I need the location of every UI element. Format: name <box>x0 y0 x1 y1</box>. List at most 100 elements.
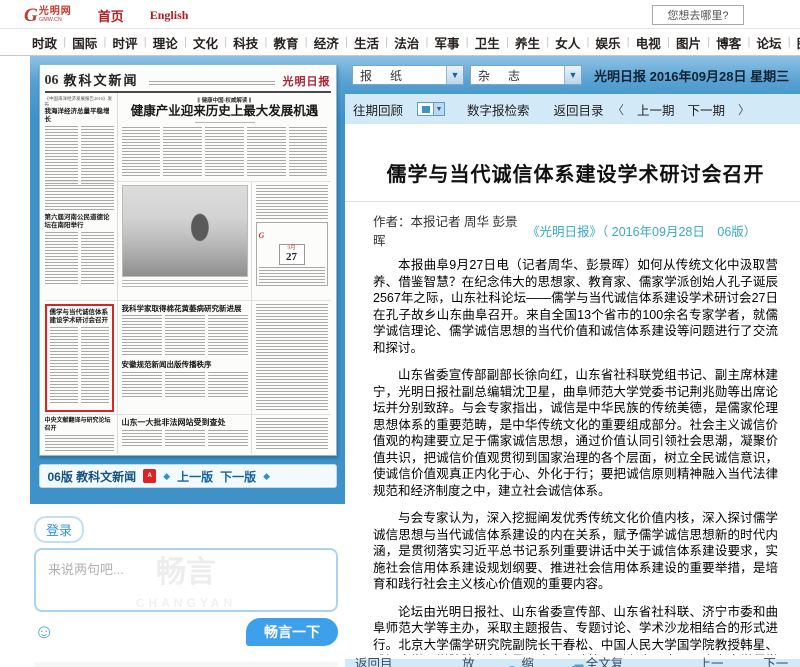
zoom-out-link[interactable]: 缩小 <box>507 653 546 667</box>
edition-toolbar: 报 纸 ▼ 杂 志 ▼ 光明日报 2016年09月28日 星期三 <box>345 56 800 94</box>
nav-item[interactable]: 军事 <box>435 33 460 52</box>
nav-separator: | <box>264 36 267 48</box>
prev-bracket: 〈 <box>612 101 624 118</box>
edition-date-label: 光明日报 2016年09月28日 星期三 <box>594 66 789 85</box>
copy-all-label: 全文复制 <box>586 653 635 667</box>
diamond-icon: ◆ <box>263 471 270 482</box>
text-lines <box>208 430 248 448</box>
paper-headline[interactable]: 我海洋经济总量平稳增长 <box>45 108 114 124</box>
text-lines <box>208 372 248 398</box>
selected-article-headline[interactable]: 儒学与当代诚信体系建设学术研讨会召开 <box>50 309 109 325</box>
nav-item[interactable]: 科技 <box>233 33 258 52</box>
nav-separator: | <box>385 36 388 48</box>
paper-headline[interactable]: 我科学家取得棉花黄萎病研究新进展 <box>122 304 248 313</box>
text-lines <box>81 232 114 286</box>
newspaper-page-thumbnail[interactable]: 06 教科文新闻 光明日报 《中国海洋经济发展报告2016》发布 我海洋经济总量… <box>39 64 337 456</box>
chevron-down-icon: ▼ <box>434 102 445 116</box>
nav-item[interactable]: 娱乐 <box>596 33 621 52</box>
text-lines <box>247 127 286 177</box>
nav-item[interactable]: 经济 <box>314 33 339 52</box>
chevron-down-icon[interactable]: ▼ <box>564 66 581 84</box>
current-page-label: 06版 教科文新闻 <box>48 468 137 485</box>
paper-banner-headline[interactable]: 健康产业迎来历史上最大发展机遇 <box>122 104 328 120</box>
nav-item[interactable]: 女人 <box>555 33 580 52</box>
gmw-logo[interactable]: G 光明网 GMW.CN <box>24 7 72 24</box>
nav-separator: | <box>506 36 509 48</box>
text-lines <box>122 372 162 398</box>
nav-item[interactable]: 理论 <box>153 33 178 52</box>
prev-article-link[interactable]: 上一篇 <box>683 653 736 667</box>
prev-issue-link[interactable]: 上一期 <box>637 100 675 119</box>
paper-select[interactable]: 报 纸 ▼ <box>352 65 464 85</box>
prev-page-link[interactable]: 上一版 <box>177 468 213 485</box>
text-lines <box>289 127 328 177</box>
nav-item[interactable]: 文化 <box>193 33 218 52</box>
home-link[interactable]: 首页 <box>98 6 124 25</box>
paper-headline[interactable]: 安徽规范新闻出版传播秩序 <box>122 360 248 369</box>
copy-all-link[interactable]: 全文复制 <box>572 653 635 667</box>
text-lines <box>195 122 255 125</box>
nav-item[interactable]: 法治 <box>394 33 419 52</box>
nav-item[interactable]: 图片 <box>676 33 701 52</box>
calendar-icon <box>417 102 434 116</box>
comment-input[interactable] <box>36 550 336 610</box>
text-lines <box>205 127 244 177</box>
nav-item[interactable]: 教育 <box>274 33 299 52</box>
selected-article-highlight[interactable]: 儒学与当代诚信体系建设学术研讨会召开 <box>45 304 114 412</box>
pdf-icon[interactable]: A <box>143 469 156 483</box>
article-body: 本报曲阜9月27日电（记者周华、彭景晖）如何从传统文化中汲取营养、借鉴智慧？在纪… <box>373 257 778 655</box>
article-source: 《光明日报》（ 2016年09月28日 06版） <box>527 221 752 240</box>
chevron-down-icon[interactable]: ▼ <box>446 66 463 84</box>
diamond-icon: ◆ <box>163 471 170 482</box>
text-lines <box>256 304 328 410</box>
zoom-in-link[interactable]: 放大 <box>462 653 487 667</box>
nav-item[interactable]: 论坛 <box>757 33 782 52</box>
nav-separator: | <box>103 36 106 48</box>
nav-item[interactable]: 时评 <box>113 33 138 52</box>
nav-separator: | <box>224 36 227 48</box>
emoji-icon[interactable]: ☺ <box>34 622 54 642</box>
text-lines <box>165 430 205 448</box>
nav-separator: | <box>667 36 670 48</box>
nav-item[interactable]: 时政 <box>32 33 57 52</box>
back-issues-link[interactable]: 往期回顾 <box>353 100 403 119</box>
back-to-toc-link[interactable]: 返回目录 <box>554 100 604 119</box>
paper-headline[interactable]: 中央文献翻译与研究论坛召开 <box>45 418 114 433</box>
nav-item[interactable]: 生活 <box>354 33 379 52</box>
article-title: 儒学与当代诚信体系建设学术研讨会召开 <box>373 158 778 187</box>
magazine-select[interactable]: 杂 志 ▼ <box>470 65 582 85</box>
next-page-link[interactable]: 下一版 <box>220 468 256 485</box>
article-author: 作者：本报记者 周华 彭景晖 <box>373 211 527 249</box>
text-lines <box>259 267 325 283</box>
next-article-link[interactable]: 下一篇 <box>763 653 800 667</box>
calendar-picker-icon[interactable]: ▼ <box>417 102 445 116</box>
gmw-logo-domain: GMW.CN <box>39 16 69 23</box>
nav-separator: | <box>345 36 348 48</box>
paper-headline[interactable]: 第六届河南公民道德论坛在南阳举行 <box>45 214 114 230</box>
nav-item[interactable]: 电视 <box>636 33 661 52</box>
nav-item[interactable]: 卫生 <box>475 33 500 52</box>
nav-separator: | <box>627 36 630 48</box>
comment-box: 畅言 CHANGYAN <box>34 548 338 612</box>
text-lines <box>50 327 78 405</box>
submit-comment-button[interactable]: 畅言一下 <box>246 618 338 646</box>
text-lines <box>81 126 114 184</box>
goto-select[interactable]: 您想去哪里? <box>652 5 744 25</box>
text-lines <box>165 315 205 357</box>
footer-toc-link[interactable]: 返回目录 <box>355 653 404 667</box>
next-issue-link[interactable]: 下一期 <box>687 100 725 119</box>
nav-item[interactable]: 博客 <box>716 33 741 52</box>
issue-toolbar: 往期回顾 ▼ 数字报检索 返回目录 〈 上一期 下一期 〉 <box>345 94 800 124</box>
nav-item[interactable]: 国际 <box>72 33 97 52</box>
nav-item[interactable]: 养生 <box>515 33 540 52</box>
digital-search-link[interactable]: 数字报检索 <box>467 100 530 119</box>
nav-separator: | <box>425 36 428 48</box>
article-paragraph: 本报曲阜9月27日电（记者周华、彭景晖）如何从传统文化中汲取营养、借鉴智慧？在纪… <box>373 257 778 356</box>
nav-separator: | <box>546 36 549 48</box>
english-link[interactable]: English <box>150 8 189 23</box>
paper-headline[interactable]: 山东一大批非法网站受到查处 <box>122 418 248 428</box>
article-view: 儒学与当代诚信体系建设学术研讨会召开 作者：本报记者 周华 彭景晖 《光明日报》… <box>345 158 800 655</box>
login-button[interactable]: 登录 <box>34 516 84 543</box>
comment-widget: 登录 畅言 CHANGYAN ☺ 畅言一下 还没有评论，快来抢沙发吧！ <box>30 504 345 667</box>
paper-banner-kicker: ∥ 健康中国·权威解读 ∥ <box>122 96 328 104</box>
